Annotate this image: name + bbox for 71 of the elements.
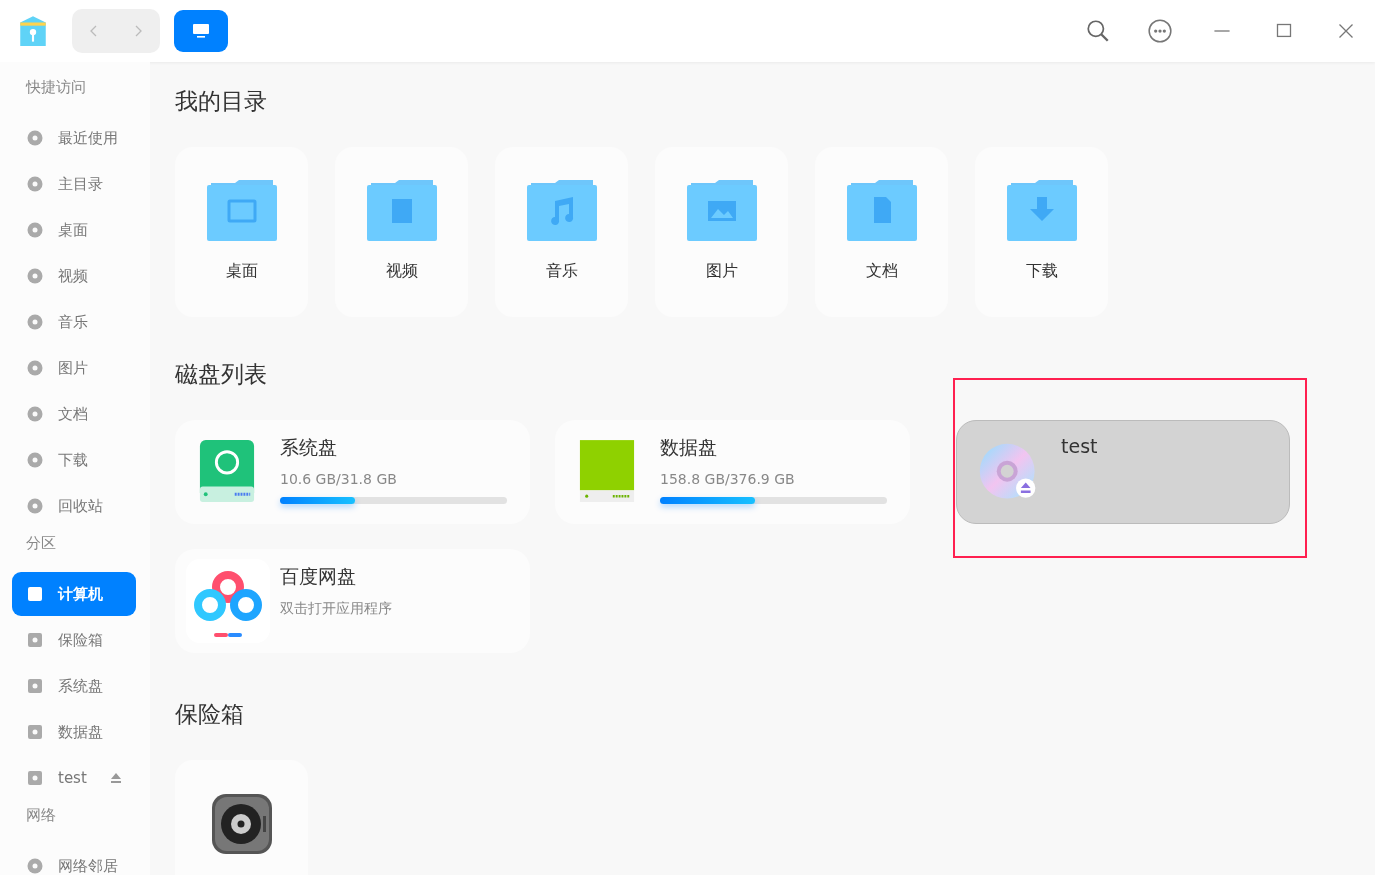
sidebar-icon — [26, 221, 44, 239]
folder-icon — [686, 179, 757, 241]
sidebar-icon — [26, 175, 44, 193]
sidebar-item[interactable]: 保险箱 — [12, 618, 136, 662]
folder-card[interactable]: 下载 — [975, 147, 1108, 317]
sidebar-icon — [26, 585, 44, 603]
sidebar-item[interactable]: 视频 — [12, 254, 136, 298]
folder-label: 文档 — [865, 261, 898, 282]
sidebar-icon — [26, 723, 44, 741]
sidebar-item[interactable]: 下载 — [12, 438, 136, 482]
sidebar-icon — [26, 451, 44, 469]
disk-name: 数据盘 — [660, 435, 718, 460]
folder-label: 音乐 — [545, 261, 578, 282]
folder-label: 下载 — [1025, 261, 1058, 282]
disk-usage: 158.8 GB/376.9 GB — [660, 471, 796, 487]
sidebar-item[interactable]: 回收站 — [12, 484, 136, 528]
more-options-icon[interactable] — [1147, 18, 1173, 44]
sidebar-group-title: 网络 — [25, 805, 57, 826]
sidebar-icon — [26, 313, 44, 331]
sidebar-item[interactable]: 音乐 — [12, 300, 136, 344]
sidebar-item[interactable]: 桌面 — [12, 208, 136, 252]
sidebar-icon — [26, 631, 44, 649]
disk-card[interactable]: 数据盘 158.8 GB/376.9 GB — [555, 420, 910, 524]
sidebar-icon — [26, 677, 44, 695]
sidebar-group-title: 快捷访问 — [24, 77, 87, 98]
folder-card[interactable]: 图片 — [655, 147, 788, 317]
vault-card[interactable] — [175, 760, 308, 875]
safe-icon — [209, 792, 274, 856]
folder-icon — [846, 179, 917, 241]
folder-card[interactable]: 桌面 — [175, 147, 308, 317]
folder-icon — [1006, 179, 1077, 241]
section-title: 保险箱 — [175, 700, 245, 729]
disk-usage: 10.6 GB/31.8 GB — [280, 471, 398, 487]
disk-card[interactable]: 百度网盘 双击打开应用程序 — [175, 549, 530, 653]
sidebar-item[interactable]: 图片 — [12, 346, 136, 390]
disk-card[interactable]: test — [956, 420, 1290, 524]
disk-name: 百度网盘 — [280, 564, 357, 589]
sidebar-item[interactable]: test — [12, 756, 136, 800]
sidebar-item[interactable]: 系统盘 — [12, 664, 136, 708]
disk-card[interactable]: 系统盘 10.6 GB/31.8 GB — [175, 420, 530, 524]
folder-icon — [526, 179, 597, 241]
sidebar-item[interactable]: 网络邻居 — [12, 844, 136, 875]
sidebar-group-title: 分区 — [25, 533, 57, 554]
disk-name: test — [1061, 435, 1099, 457]
folder-card[interactable]: 视频 — [335, 147, 468, 317]
sidebar-icon — [26, 769, 44, 787]
folder-icon — [206, 179, 277, 241]
sidebar-icon — [26, 267, 44, 285]
sidebar-item[interactable]: 数据盘 — [12, 710, 136, 754]
folder-card[interactable]: 文档 — [815, 147, 948, 317]
sidebar-icon — [26, 405, 44, 423]
folder-icon — [366, 179, 437, 241]
sidebar-icon — [26, 359, 44, 377]
sidebar-item[interactable]: 文档 — [12, 392, 136, 436]
section-title: 磁盘列表 — [175, 360, 268, 389]
sidebar-item[interactable]: 计算机 — [12, 572, 136, 616]
section-title: 我的目录 — [175, 87, 268, 116]
folder-label: 图片 — [705, 261, 738, 282]
sidebar-item[interactable]: 主目录 — [12, 162, 136, 206]
folder-card[interactable]: 音乐 — [495, 147, 628, 317]
monitor-icon — [191, 21, 211, 41]
folder-label: 视频 — [385, 261, 418, 282]
computer-breadcrumb[interactable] — [174, 10, 228, 52]
search-icon[interactable] — [1085, 18, 1111, 44]
app-subtitle: 双击打开应用程序 — [280, 600, 393, 618]
sidebar-item[interactable]: 最近使用 — [12, 116, 136, 160]
eject-icon[interactable] — [110, 772, 122, 784]
sidebar-icon — [26, 129, 44, 147]
folder-label: 桌面 — [225, 261, 258, 282]
sidebar-icon — [26, 497, 44, 515]
disk-name: 系统盘 — [280, 435, 338, 460]
